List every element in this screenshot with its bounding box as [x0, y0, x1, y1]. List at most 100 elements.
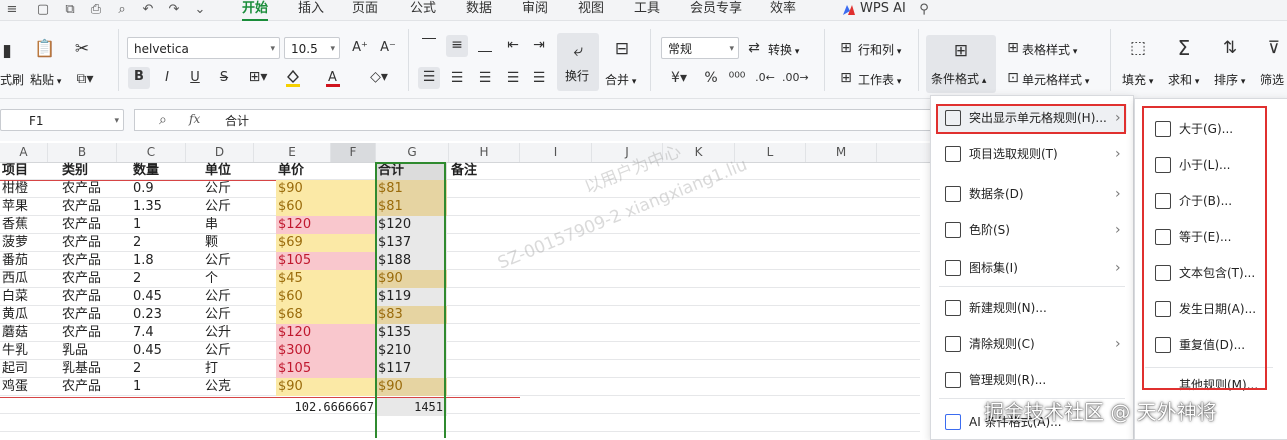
convert-icon[interactable]: ⇄: [744, 38, 764, 58]
table-cell[interactable]: 0.23: [131, 306, 203, 324]
strikethrough-icon[interactable]: S̶: [215, 68, 233, 88]
table-cell[interactable]: 公斤: [203, 252, 276, 270]
number-format-select[interactable]: 常规 ▾: [661, 37, 739, 59]
indent-decrease-icon[interactable]: ⇤: [504, 35, 522, 55]
filter-label[interactable]: 筛选: [1260, 71, 1284, 88]
table-cell[interactable]: 0.45: [131, 288, 203, 306]
distributed-icon[interactable]: ☰: [530, 68, 548, 88]
conditional-format-button[interactable]: ⊞ 条件格式 ▴: [926, 35, 996, 93]
table-cell[interactable]: 公升: [203, 324, 276, 342]
tab-9[interactable]: 效率: [770, 1, 796, 19]
sum-icon[interactable]: Σ: [1174, 38, 1194, 58]
row-column-label[interactable]: 行和列: [858, 43, 894, 57]
tab-4[interactable]: 数据: [466, 1, 492, 19]
function-icon[interactable]: fx: [189, 112, 200, 126]
font-name-select[interactable]: helvetica ▾: [127, 37, 280, 59]
tab-0[interactable]: 开始: [242, 1, 269, 21]
paste-label[interactable]: 粘贴: [30, 73, 54, 87]
table-cell[interactable]: 2: [131, 234, 203, 252]
tab-6[interactable]: 视图: [578, 1, 604, 19]
fill-icon[interactable]: ⬚: [1128, 38, 1148, 58]
wrap-text-button[interactable]: ⤶ 换行: [557, 33, 599, 91]
percent-icon[interactable]: %: [702, 68, 720, 88]
tab-3[interactable]: 公式: [410, 1, 436, 19]
fill-label[interactable]: 填充: [1122, 73, 1146, 87]
fill-color-icon[interactable]: [284, 67, 302, 89]
zoom-icon[interactable]: ⌕: [159, 112, 167, 128]
table-cell[interactable]: $300: [276, 342, 376, 360]
tab-7[interactable]: 工具: [634, 1, 660, 19]
table-cell[interactable]: 菠萝: [0, 234, 60, 252]
indent-increase-icon[interactable]: ⇥: [530, 35, 548, 55]
menu-item-4[interactable]: 图标集(I) ›: [937, 254, 1127, 282]
align-center-icon[interactable]: ☰: [448, 68, 466, 88]
thousands-icon[interactable]: ⁰⁰⁰: [728, 68, 746, 88]
table-cell[interactable]: 1.35: [131, 198, 203, 216]
table-cell[interactable]: 农产品: [60, 324, 131, 342]
table-cell[interactable]: 柑橙: [0, 180, 60, 198]
table-cell[interactable]: 公斤: [203, 288, 276, 306]
menu-item-3[interactable]: 色阶(S) ›: [937, 216, 1127, 244]
table-cell[interactable]: 串: [203, 216, 276, 234]
merge-cells-icon[interactable]: ⊟: [610, 39, 634, 59]
table-cell[interactable]: 农产品: [60, 198, 131, 216]
eraser-icon[interactable]: ◇▾: [364, 67, 394, 87]
table-cell[interactable]: 0.45: [131, 342, 203, 360]
tab-5[interactable]: 审阅: [522, 1, 548, 19]
worksheet-icon[interactable]: ⊞: [836, 68, 856, 88]
align-bottom-icon[interactable]: ⎽: [476, 35, 494, 55]
menu-item-5[interactable]: 新建规则(N)...: [937, 294, 1127, 322]
column-header-M[interactable]: M: [806, 143, 877, 162]
table-cell[interactable]: 1.8: [131, 252, 203, 270]
header-cell[interactable]: 数量: [131, 162, 203, 180]
menu-item-2[interactable]: 数据条(D) ›: [937, 180, 1127, 208]
folder-icon[interactable]: ⧉: [62, 2, 78, 18]
table-cell[interactable]: 乳基品: [60, 360, 131, 378]
menu-item-6[interactable]: 清除规则(C) ›: [937, 330, 1127, 358]
table-cell[interactable]: 起司: [0, 360, 60, 378]
column-header-I[interactable]: I: [520, 143, 592, 162]
column-header-C[interactable]: C: [117, 143, 186, 162]
table-cell[interactable]: 农产品: [60, 180, 131, 198]
header-cell[interactable]: 类别: [60, 162, 131, 180]
table-cell[interactable]: 鸡蛋: [0, 378, 60, 396]
column-header-D[interactable]: D: [186, 143, 254, 162]
column-header-H[interactable]: H: [449, 143, 520, 162]
table-cell[interactable]: 1: [131, 216, 203, 234]
tab-8[interactable]: 会员专享: [690, 1, 742, 19]
table-cell[interactable]: 香蕉: [0, 216, 60, 234]
average-value-cell[interactable]: 102.6666667: [276, 398, 376, 416]
align-left-icon[interactable]: ☰: [418, 67, 440, 89]
table-cell[interactable]: $60: [276, 288, 376, 306]
table-cell[interactable]: 番茄: [0, 252, 60, 270]
increase-decimal-icon[interactable]: .0←: [754, 68, 776, 88]
table-style-label[interactable]: 表格样式: [1022, 43, 1070, 57]
table-cell[interactable]: 公斤: [203, 198, 276, 216]
table-cell[interactable]: 农产品: [60, 378, 131, 396]
table-cell[interactable]: 公斤: [203, 180, 276, 198]
worksheet-label[interactable]: 工作表: [858, 73, 894, 87]
align-right-icon[interactable]: ☰: [476, 68, 494, 88]
redo-icon[interactable]: ↷: [166, 2, 182, 18]
paste-icon[interactable]: 📋: [34, 39, 56, 59]
font-size-select[interactable]: 10.5 ▾: [284, 37, 340, 59]
increase-font-icon[interactable]: A⁺: [350, 38, 370, 58]
table-cell[interactable]: $60: [276, 198, 376, 216]
cell-style-label[interactable]: 单元格样式: [1022, 73, 1082, 87]
table-cell[interactable]: 蘑菇: [0, 324, 60, 342]
table-cell[interactable]: $69: [276, 234, 376, 252]
tab-wps-ai[interactable]: WPS AI: [860, 1, 906, 19]
header-cell[interactable]: 备注: [449, 162, 509, 180]
convert-label[interactable]: 转换: [768, 43, 792, 57]
underline-button[interactable]: U: [186, 68, 204, 88]
italic-button[interactable]: I: [158, 68, 176, 88]
table-cell[interactable]: 个: [203, 270, 276, 288]
header-cell[interactable]: 单价: [276, 162, 376, 180]
table-cell[interactable]: 黄瓜: [0, 306, 60, 324]
table-cell[interactable]: $120: [276, 216, 376, 234]
decrease-decimal-icon[interactable]: .00→: [782, 68, 809, 88]
align-middle-icon[interactable]: ≡: [446, 35, 468, 57]
table-cell[interactable]: 乳品: [60, 342, 131, 360]
table-cell[interactable]: 白菜: [0, 288, 60, 306]
table-cell[interactable]: 公斤: [203, 342, 276, 360]
